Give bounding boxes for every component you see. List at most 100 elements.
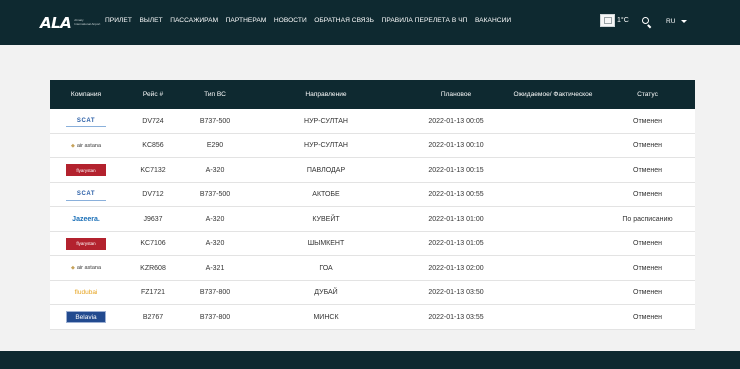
cell-company: air astana <box>50 256 122 281</box>
cell-expected <box>506 183 600 208</box>
cell-destination: ПАВЛОДАР <box>306 166 346 174</box>
search-icon[interactable] <box>642 17 652 29</box>
cell-expected <box>506 109 600 134</box>
table-row[interactable]: flyarystan KC7106 A-320 ШЫМКЕНТ 2022-01-13 0… <box>50 232 695 257</box>
nav-item[interactable]: ПРИЛЕТ <box>105 17 132 24</box>
cell-aircraft: A-320 <box>205 215 225 223</box>
logo-mark: ALA <box>40 14 72 32</box>
cell-aircraft: A-320 <box>205 240 225 248</box>
cell-status: Отменен <box>633 289 662 297</box>
airline-logo: SCAT <box>66 115 106 128</box>
header-expected: Ожидаемое/ Фактическое <box>513 90 593 98</box>
cell-company: Jazeera. <box>50 207 122 232</box>
cell-status: Отменен <box>633 142 662 150</box>
cell-status: Отменен <box>633 264 662 272</box>
table-row[interactable]: air astana KZR608 A-321 ГОА 2022-01-13 02:00… <box>50 256 695 281</box>
cell-expected <box>506 305 600 330</box>
airline-logo: air astana <box>66 262 106 274</box>
cell-destination: ДУБАЙ <box>314 289 338 297</box>
cell-expected <box>506 134 600 159</box>
cell-status: Отменен <box>633 117 662 125</box>
header-scheduled: Плановое <box>440 90 472 98</box>
cell-expected <box>506 207 600 232</box>
cell-company: air astana <box>50 134 122 159</box>
airline-logo: flyarystan <box>66 164 106 177</box>
main-nav: ПРИЛЕТ ВЫЛЕТ ПАССАЖИРАМ ПАРТНЕРАМ НОВОСТИ ОБР… <box>105 17 519 24</box>
cell-scheduled: 2022-01-13 03:50 <box>428 289 484 297</box>
cell-aircraft: A-321 <box>205 264 225 272</box>
cell-flight: DV712 <box>142 191 164 199</box>
flights-table: Компания Рейс # Тип ВС Направление Плано… <box>50 80 695 330</box>
cell-company: Belavia <box>50 305 122 330</box>
table-row[interactable]: air astana KC856 E290 НУР-СУЛТАН 2022-01-13 … <box>50 134 695 159</box>
cell-scheduled: 2022-01-13 00:10 <box>428 142 484 150</box>
cell-aircraft: A-320 <box>205 166 225 174</box>
nav-item[interactable]: НОВОСТИ <box>274 17 307 24</box>
nav-item[interactable]: ВЫЛЕТ <box>139 17 162 24</box>
header-destination: Направление <box>305 90 347 98</box>
cell-company: SCAT <box>50 109 122 134</box>
search-handle <box>647 24 652 29</box>
table-header: Компания Рейс # Тип ВС Направление Плано… <box>50 80 695 109</box>
cell-aircraft: B737-800 <box>199 289 231 297</box>
table-row[interactable]: Jazeera. J9637 A-320 КУВЕЙТ 2022-01-13 01:00… <box>50 207 695 232</box>
cell-aircraft: B737-500 <box>199 117 231 125</box>
cell-status: Отменен <box>633 166 662 174</box>
temperature: 1°C <box>617 17 629 24</box>
cell-flight: J9637 <box>143 215 163 223</box>
weather-widget: 1°C <box>600 14 629 27</box>
cell-status: Отменен <box>633 240 662 248</box>
nav-item[interactable]: ПРАВИЛА ПЕРЕЛЕТА В ЧП <box>382 17 468 24</box>
cell-status: По расписанию <box>622 215 673 223</box>
cell-flight: KC7106 <box>140 240 166 248</box>
cell-expected <box>506 256 600 281</box>
cell-company: flyarystan <box>50 232 122 257</box>
table-body: SCAT DV724 B737-500 НУР-СУЛТАН 2022-01-13 00… <box>50 109 695 330</box>
table-row[interactable]: fludubai FZ1721 B737-800 ДУБАЙ 2022-01-13 03… <box>50 281 695 306</box>
cell-destination: КУВЕЙТ <box>312 215 340 223</box>
nav-item[interactable]: ПАССАЖИРАМ <box>170 17 218 24</box>
cell-company: fludubai <box>50 281 122 306</box>
cell-aircraft: B737-800 <box>199 313 231 321</box>
cell-destination: МИНСК <box>313 313 339 321</box>
cell-destination: АКТОБЕ <box>312 191 340 199</box>
airline-logo: flyarystan <box>66 237 106 250</box>
cell-company: SCAT <box>50 183 122 208</box>
table-row[interactable]: Belavia B2767 B737-800 МИНСК 2022-01-13 03:5… <box>50 305 695 330</box>
cell-destination: НУР-СУЛТАН <box>304 117 348 125</box>
cell-aircraft: B737-500 <box>199 191 231 199</box>
cell-flight: FZ1721 <box>140 289 166 297</box>
header-aircraft: Тип ВС <box>204 90 226 98</box>
table-row[interactable]: SCAT DV712 B737-500 АКТОБЕ 2022-01-13 00:55 О… <box>50 183 695 208</box>
nav-item[interactable]: ПАРТНЕРАМ <box>226 17 267 24</box>
airline-logo: Jazeera. <box>72 215 100 223</box>
cell-flight: B2767 <box>142 313 164 321</box>
cell-expected <box>506 232 600 257</box>
cell-scheduled: 2022-01-13 01:00 <box>428 215 484 223</box>
header-flight: Рейс # <box>142 90 164 98</box>
nav-item[interactable]: ОБРАТНАЯ СВЯЗЬ <box>314 17 374 24</box>
nav-item[interactable]: ВАКАНСИИ <box>475 17 511 24</box>
language-selector[interactable]: RU <box>666 18 688 25</box>
table-row[interactable]: SCAT DV724 B737-500 НУР-СУЛТАН 2022-01-13 00… <box>50 109 695 134</box>
cell-destination: НУР-СУЛТАН <box>304 142 348 150</box>
cell-scheduled: 2022-01-13 02:00 <box>428 264 484 272</box>
cell-status: Отменен <box>633 313 662 321</box>
cell-flight: KZR608 <box>140 264 166 272</box>
top-navigation-bar: ALA Almaty International Airport ПРИЛЕТ В… <box>0 0 740 45</box>
table-row[interactable]: flyarystan KC7132 A-320 ПАВЛОДАР 2022-01-13 … <box>50 158 695 183</box>
cell-flight: KC856 <box>142 142 164 150</box>
weather-icon <box>600 14 615 27</box>
airport-logo[interactable]: ALA Almaty International Airport <box>40 14 100 32</box>
cell-company: flyarystan <box>50 158 122 183</box>
cell-destination: ШЫМКЕНТ <box>307 240 345 248</box>
footer-bar <box>0 351 740 369</box>
cell-aircraft: E290 <box>206 142 224 150</box>
cell-status: Отменен <box>633 191 662 199</box>
cell-scheduled: 2022-01-13 01:05 <box>428 240 484 248</box>
logo-subtext: Almaty International Airport <box>74 18 101 26</box>
airline-logo: Belavia <box>66 311 106 324</box>
cell-scheduled: 2022-01-13 00:55 <box>428 191 484 199</box>
cell-expected <box>506 281 600 306</box>
cell-destination: ГОА <box>319 264 333 272</box>
